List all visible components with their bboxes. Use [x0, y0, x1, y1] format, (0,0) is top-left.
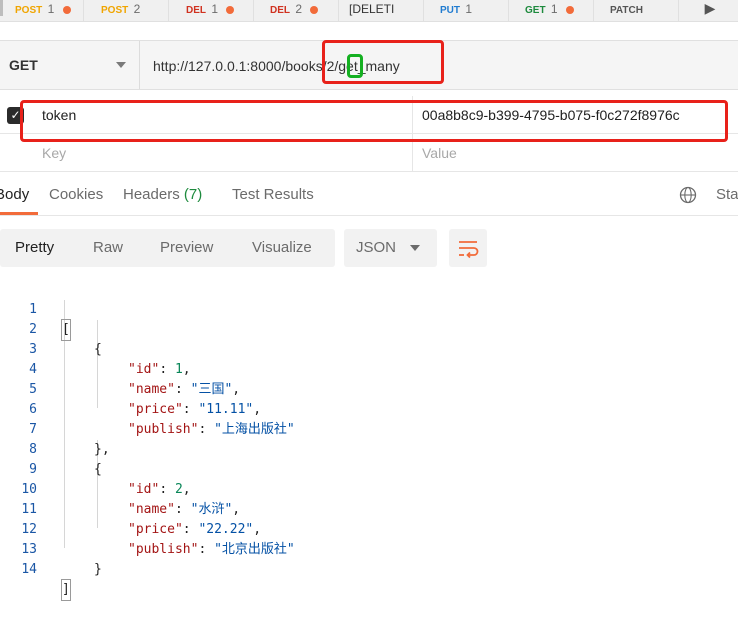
response-body-code[interactable]: 1 [ 2 { 3 "id": 1, 4 "name": "三国", 5 "pr…: [0, 280, 738, 601]
tab-number: 1: [465, 2, 473, 16]
tab-del-1[interactable]: DEL 1: [169, 0, 254, 22]
tab-put-1[interactable]: PUT 1: [424, 0, 509, 22]
tab-method: POST: [101, 5, 129, 16]
code-line: 1 [: [0, 280, 738, 341]
wrap-lines-button[interactable]: [449, 229, 487, 267]
headers-count-badge: (7): [183, 186, 203, 203]
tab-scroll-edge: [0, 0, 3, 16]
code-line: 9 "id": 2,: [0, 440, 738, 497]
response-tabs: Body Cookies Headers (7) Test Results St…: [0, 174, 738, 216]
annotation-red-box-url: [322, 40, 444, 84]
code-line: 11 "price": "22.22",: [0, 480, 738, 537]
code-line: 3 "id": 1,: [0, 320, 738, 377]
unsaved-dot-icon: [62, 5, 71, 14]
raw-button[interactable]: Raw: [93, 229, 123, 267]
method-select-value: GET: [9, 57, 38, 73]
active-tab-indicator: [0, 212, 38, 215]
tab-delete-truncated[interactable]: [DELETI: [339, 0, 424, 22]
code-line: 7 },: [0, 400, 738, 457]
code-line: 14 ]: [0, 540, 738, 601]
tab-body[interactable]: Body: [0, 174, 29, 215]
tab-number: 2: [295, 2, 303, 16]
unsaved-dot-icon: [565, 5, 574, 14]
tabs-scroll-right-icon[interactable]: ▶: [702, 0, 718, 16]
code-line: 13 }: [0, 520, 738, 577]
globe-icon[interactable]: [679, 186, 697, 204]
unsaved-dot-icon: [310, 5, 319, 14]
tab-number: 2: [133, 2, 141, 16]
tab-method: PUT: [440, 5, 460, 16]
tab-title: [DELETI: [349, 2, 395, 16]
tab-method: DEL: [186, 5, 206, 16]
annotation-red-box-param: [20, 100, 728, 142]
tab-post-1[interactable]: POST 1: [4, 0, 84, 22]
code-line: 12 "publish": "北京出版社": [0, 500, 738, 557]
bracket-close: ]: [61, 579, 71, 601]
tab-method: PATCH: [610, 5, 643, 16]
code-line: 4 "name": "三国",: [0, 340, 738, 397]
brace-close: }: [94, 562, 102, 577]
chevron-down-icon: [410, 245, 420, 251]
code-line: 6 "publish": "上海出版社": [0, 380, 738, 437]
tab-method: GET: [525, 5, 546, 16]
wrap-lines-icon: [459, 241, 479, 259]
tab-number: 1: [47, 2, 55, 16]
tab-number: 1: [211, 2, 219, 16]
code-line: 10 "name": "水浒",: [0, 460, 738, 517]
tab-patch[interactable]: PATCH: [594, 0, 679, 22]
tab-method: POST: [15, 5, 43, 16]
tab-del-2[interactable]: DEL 2: [254, 0, 339, 22]
format-toolbar: Pretty Raw Preview Visualize JSON: [0, 229, 738, 267]
pretty-button[interactable]: Pretty: [15, 229, 54, 267]
tab-number: 1: [550, 2, 558, 16]
tab-post-2[interactable]: POST 2: [84, 0, 169, 22]
request-tabs-bar: POST 1 POST 2 DEL 1 DEL 2 [DELETI PUT 1 …: [0, 0, 738, 22]
visualize-button[interactable]: Visualize: [252, 229, 312, 267]
code-line: 5 "price": "11.11",: [0, 360, 738, 417]
tab-headers-label: Headers: [123, 186, 180, 203]
tab-get-1[interactable]: GET 1: [509, 0, 594, 22]
code-line: 8 {: [0, 420, 738, 477]
tab-headers[interactable]: Headers (7): [123, 174, 202, 215]
language-select[interactable]: JSON: [344, 229, 437, 267]
preview-button[interactable]: Preview: [160, 229, 213, 267]
tab-method: DEL: [270, 5, 290, 16]
annotation-green-box-id: [347, 54, 363, 78]
unsaved-dot-icon: [226, 5, 235, 14]
view-mode-group: Pretty Raw Preview Visualize: [0, 229, 335, 267]
code-line: 2 {: [0, 300, 738, 357]
line-number: 14: [21, 562, 37, 577]
chevron-down-icon: [116, 62, 126, 68]
language-select-value: JSON: [356, 239, 397, 256]
status-label: Stat: [716, 186, 738, 203]
method-select[interactable]: GET: [0, 41, 140, 89]
tab-test-results[interactable]: Test Results: [232, 174, 314, 215]
tab-cookies[interactable]: Cookies: [49, 174, 103, 215]
